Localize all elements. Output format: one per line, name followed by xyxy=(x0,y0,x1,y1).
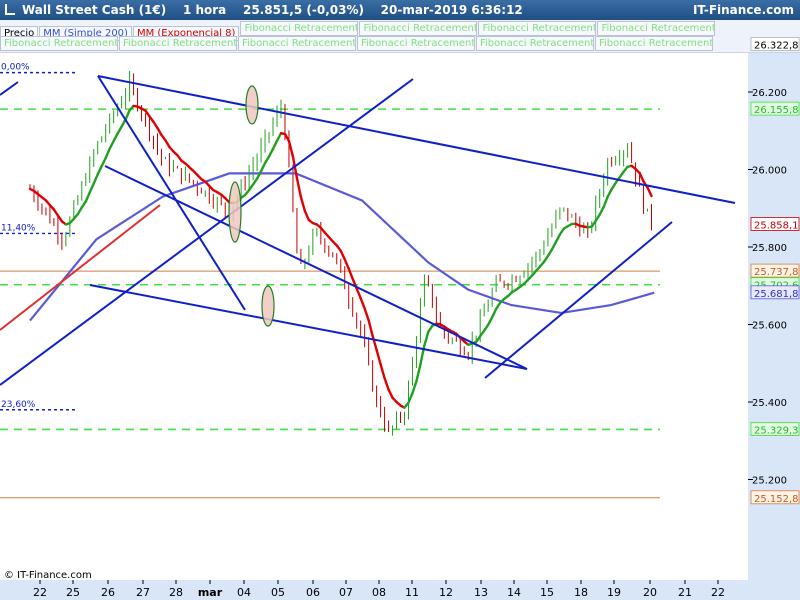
x-tick-label: 14 xyxy=(507,586,521,599)
x-tick-label: 22 xyxy=(33,586,47,599)
price-tag: 25.152,8 xyxy=(754,494,799,505)
x-tick-label: 28 xyxy=(169,586,183,599)
x-tick-label: 25 xyxy=(66,586,80,599)
x-tick-label: 11 xyxy=(405,586,419,599)
x-tick-label: 05 xyxy=(271,586,285,599)
x-tick-label: mar xyxy=(198,586,223,599)
x-tick-label: 15 xyxy=(540,586,554,599)
fib-marker-label: 23,60% xyxy=(1,400,36,410)
x-tick-label: 21 xyxy=(678,586,692,599)
x-tick-label: 07 xyxy=(339,586,353,599)
watermark: © IT-Finance.com xyxy=(4,570,92,581)
annotation-ellipse xyxy=(228,181,242,243)
x-tick-label: 22 xyxy=(711,586,725,599)
x-tick-label: 26 xyxy=(101,586,115,599)
x-tick-label: 08 xyxy=(372,586,386,599)
y-tick-label: 26.000 xyxy=(752,166,787,177)
fib-marker-label: 11,40% xyxy=(1,223,36,233)
price-tag: 25.329,3 xyxy=(754,425,799,436)
y-tick-label: 25.200 xyxy=(752,476,787,487)
annotation-ellipse xyxy=(245,85,259,125)
price-tag: 25.737,8 xyxy=(754,267,799,278)
y-tick-label: 25.400 xyxy=(752,398,787,409)
y-tick-label: 25.800 xyxy=(752,243,787,254)
price-tag: 25.681,8 xyxy=(754,289,799,300)
plot-area xyxy=(0,53,748,580)
price-tag: 25.858,1 xyxy=(754,220,799,231)
x-tick-label: 13 xyxy=(474,586,488,599)
y-tick-label: 26.200 xyxy=(752,88,787,99)
x-tick-label: 04 xyxy=(237,586,251,599)
x-tick-label: 06 xyxy=(306,586,320,599)
price-chart[interactable]: 0,00% 11,40% 23,60% 26.200 26.000 25.800 25.6… xyxy=(0,0,800,600)
x-tick-label: 20 xyxy=(643,586,657,599)
fib-marker-label: 0,00% xyxy=(1,63,30,73)
x-tick-label: 18 xyxy=(574,586,588,599)
price-tag: 26.155,8 xyxy=(754,105,799,116)
x-tick-label: 27 xyxy=(136,586,150,599)
x-tick-label: 12 xyxy=(439,586,453,599)
y-tick-label: 25.600 xyxy=(752,321,787,332)
price-tag: 26.322,8 xyxy=(754,40,799,51)
annotation-ellipse xyxy=(261,285,275,327)
x-tick-label: 19 xyxy=(607,586,621,599)
